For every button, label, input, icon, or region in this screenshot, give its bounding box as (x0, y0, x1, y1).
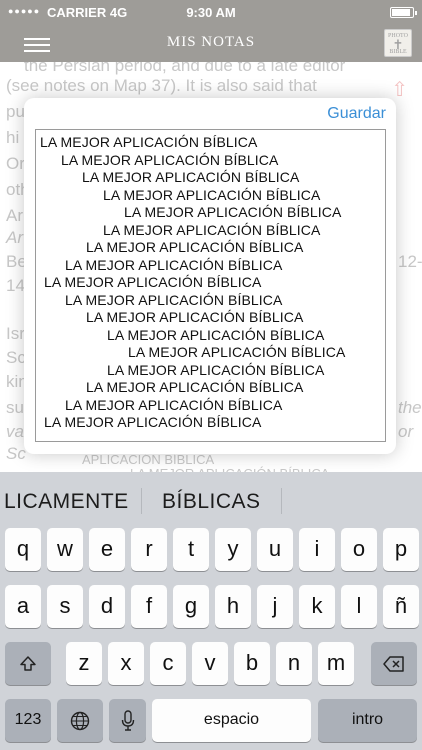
suggestion-item[interactable]: LICAMENTE (4, 490, 129, 514)
doc-fragment: the (398, 398, 422, 417)
key-k[interactable]: k (299, 585, 335, 628)
shift-key[interactable] (5, 642, 51, 685)
note-line: LA MEJOR APLICACIÓN BÍBLICA (40, 134, 258, 150)
key-i[interactable]: i (299, 528, 335, 571)
key-n[interactable]: n (276, 642, 312, 685)
note-line: LA MEJOR APLICACIÓN BÍBLICA (103, 186, 321, 203)
backspace-icon (383, 656, 404, 672)
key-b[interactable]: b (234, 642, 270, 685)
key-t[interactable]: t (173, 528, 209, 571)
cross-icon: ✝ (392, 37, 404, 52)
key-e[interactable]: e (89, 528, 125, 571)
suggestion-item[interactable]: BÍBLICAS (162, 490, 261, 514)
doc-fragment: Ar (6, 206, 23, 225)
doc-line: the Persian period, and due to a late ed… (24, 62, 346, 75)
doc-fragment: Or (6, 154, 25, 173)
doc-overflow-line: LA MEJOR APLICACIÓN BÍBLICA (130, 464, 329, 472)
globe-key[interactable] (57, 699, 103, 742)
key-w[interactable]: w (47, 528, 83, 571)
notes-modal: Guardar LA MEJOR APLICACIÓN BÍBLICA LA ME… (24, 98, 396, 454)
space-key[interactable]: espacio (152, 699, 311, 742)
key-o[interactable]: o (341, 528, 377, 571)
logo-text-bottom: BIBLE (389, 49, 407, 55)
note-line: LA MEJOR APLICACIÓN BÍBLICA (65, 256, 283, 273)
doc-fragment: va (6, 422, 24, 441)
key-u[interactable]: u (257, 528, 293, 571)
note-line: LA MEJOR APLICACIÓN BÍBLICA (86, 239, 304, 255)
key-ñ[interactable]: ñ (383, 585, 419, 628)
delete-key[interactable] (371, 642, 417, 685)
battery-icon (390, 7, 417, 18)
key-z[interactable]: z (66, 642, 102, 685)
doc-fragment: 12- (398, 252, 422, 271)
save-button[interactable]: Guardar (327, 105, 386, 123)
key-c[interactable]: c (150, 642, 186, 685)
page-title: MIS NOTAS (166, 34, 256, 50)
note-line: LA MEJOR APLICACIÓN BÍBLICA (86, 379, 304, 395)
globe-icon (70, 711, 90, 731)
dictation-key[interactable] (109, 699, 146, 742)
note-line: LA MEJOR APLICACIÓN BÍBLICA (61, 151, 279, 168)
doc-fragment: pu (6, 102, 25, 121)
note-line: LA MEJOR APLICACIÓN BÍBLICA (82, 169, 300, 185)
scroll-up-arrow-icon[interactable]: ⇧ (391, 80, 408, 100)
note-line: LA MEJOR APLICACIÓN BÍBLICA (103, 221, 321, 238)
key-v[interactable]: v (192, 642, 228, 685)
suggestion-divider (141, 488, 142, 514)
key-a[interactable]: a (5, 585, 41, 628)
key-l[interactable]: l (341, 585, 377, 628)
doc-fragment: Sc (6, 444, 26, 463)
notes-textarea[interactable]: LA MEJOR APLICACIÓN BÍBLICA LA MEJOR APLI… (35, 129, 386, 442)
suggestion-bar: LICAMENTE BÍBLICAS (0, 472, 422, 528)
key-m[interactable]: m (318, 642, 354, 685)
note-line: LA MEJOR APLICACIÓN BÍBLICA (65, 396, 283, 413)
battery-level (392, 9, 411, 16)
key-y[interactable]: y (215, 528, 251, 571)
key-f[interactable]: f (131, 585, 167, 628)
doc-fragment: Ar (6, 228, 23, 247)
note-line: LA MEJOR APLICACIÓN BÍBLICA (86, 309, 304, 325)
return-key[interactable]: intro (318, 699, 417, 742)
doc-fragment: su (6, 398, 24, 417)
key-d[interactable]: d (89, 585, 125, 628)
key-s[interactable]: s (47, 585, 83, 628)
note-line: LA MEJOR APLICACIÓN BÍBLICA (107, 326, 325, 343)
doc-fragment: or (398, 422, 414, 441)
numbers-key[interactable]: 123 (5, 699, 51, 742)
shift-icon (20, 656, 36, 671)
key-h[interactable]: h (215, 585, 251, 628)
note-line: LA MEJOR APLICACIÓN BÍBLICA (128, 344, 346, 360)
note-line: LA MEJOR APLICACIÓN BÍBLICA (44, 414, 262, 430)
key-j[interactable]: j (257, 585, 293, 628)
note-line: LA MEJOR APLICACIÓN BÍBLICA (65, 291, 283, 308)
key-g[interactable]: g (173, 585, 209, 628)
note-line: LA MEJOR APLICACIÓN BÍBLICA (124, 204, 342, 220)
note-line: LA MEJOR APLICACIÓN BÍBLICA (107, 361, 325, 378)
doc-fragment: Sc (6, 348, 26, 367)
doc-fragment: Isr (6, 324, 25, 343)
key-p[interactable]: p (383, 528, 419, 571)
clock: 9:30 AM (186, 5, 236, 20)
key-r[interactable]: r (131, 528, 167, 571)
key-x[interactable]: x (108, 642, 144, 685)
status-bar: ●●●●● CARRIER 4G 9:30 AM (0, 0, 422, 24)
suggestion-divider (281, 488, 282, 514)
key-q[interactable]: q (5, 528, 41, 571)
doc-fragment: 14 (6, 276, 25, 295)
doc-fragment: hi (6, 128, 20, 147)
doc-line: (see notes on Map 37). It is also said t… (6, 76, 317, 95)
keyboard: LICAMENTE BÍBLICAS 123 espacio intro qwe… (0, 472, 422, 750)
microphone-icon (121, 710, 134, 731)
navigation-bar: ●●●●● CARRIER 4G 9:30 AM MIS NOTAS PHOTO… (0, 0, 422, 62)
note-line: LA MEJOR APLICACIÓN BÍBLICA (44, 274, 262, 290)
app-logo-button[interactable]: PHOTO ✝ BIBLE (384, 29, 412, 57)
